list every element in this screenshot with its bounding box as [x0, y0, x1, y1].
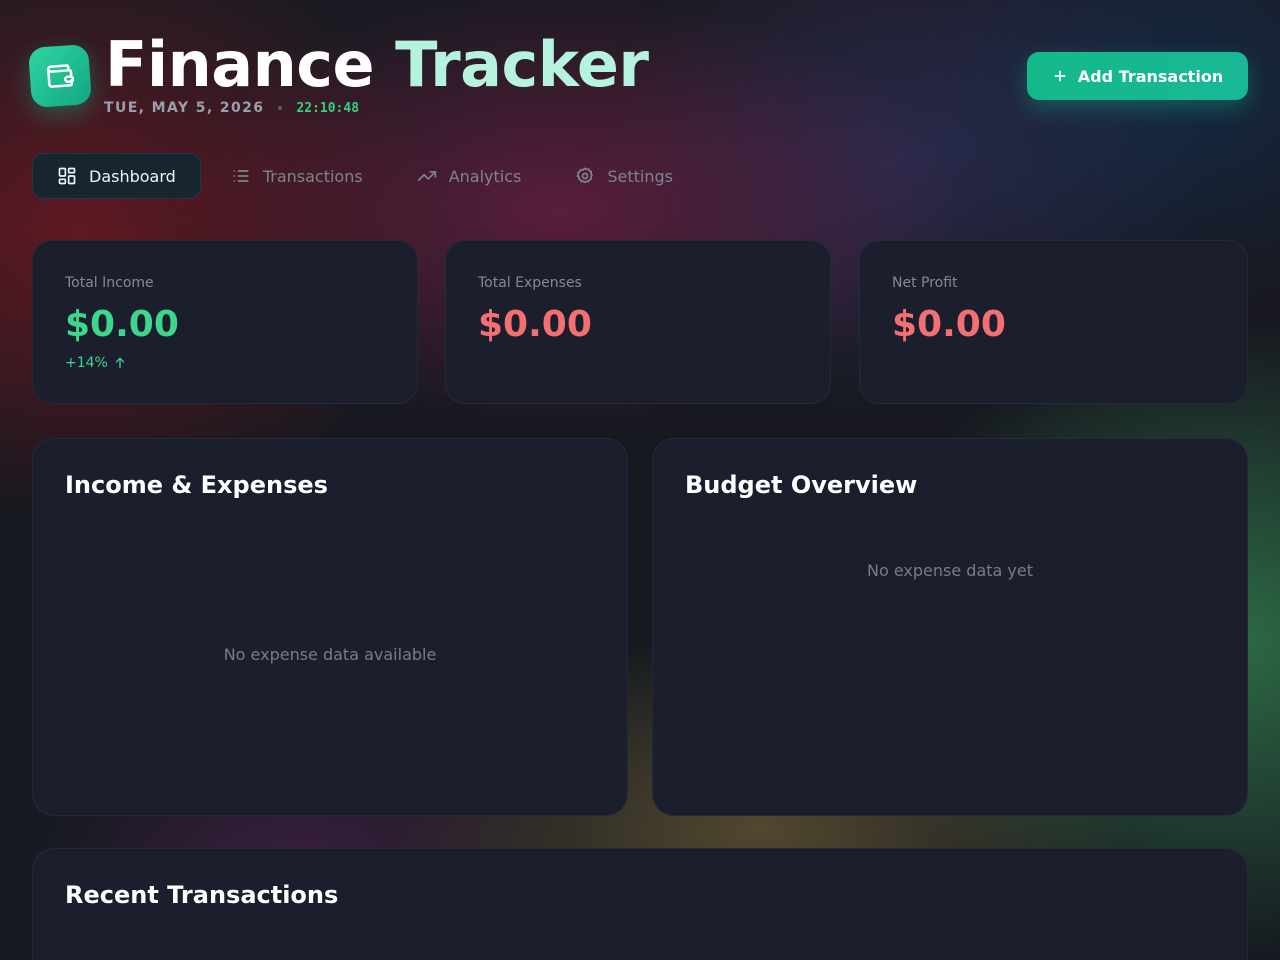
- tab-analytics[interactable]: Analytics: [393, 153, 546, 199]
- app-header: Finance Tracker TUE, MAY 5, 2026 22:10:4…: [27, 28, 1248, 130]
- budget-overview-title: Budget Overview: [685, 471, 918, 499]
- arrow-up-icon: [115, 357, 125, 369]
- date-time-line: TUE, MAY 5, 2026 22:10:48: [104, 100, 359, 116]
- add-transaction-label: Add Transaction: [1077, 66, 1224, 86]
- net-profit-card: Net Profit $0.00: [859, 240, 1248, 404]
- income-change-value: +14%: [65, 355, 108, 371]
- tab-dashboard[interactable]: Dashboard: [32, 153, 201, 199]
- total-expenses-card: Total Expenses $0.00: [445, 240, 831, 404]
- tab-label: Dashboard: [89, 166, 176, 186]
- recent-transactions-title: Recent Transactions: [65, 881, 339, 909]
- title-word-finance: Finance: [105, 28, 375, 101]
- total-income-label: Total Income: [65, 275, 154, 291]
- tab-transactions[interactable]: Transactions: [207, 153, 387, 199]
- tab-label: Analytics: [448, 166, 522, 186]
- list-icon: [233, 170, 249, 182]
- income-change: +14%: [65, 355, 127, 371]
- budget-overview-empty-state: No expense data yet: [867, 561, 1033, 580]
- recent-transactions-panel: Recent Transactions: [32, 848, 1248, 960]
- gear-icon: [576, 167, 594, 184]
- wallet-icon: [47, 64, 75, 88]
- total-income-value: $0.00: [65, 304, 179, 345]
- plus-icon: [1054, 70, 1066, 82]
- budget-overview-panel: Budget Overview No expense data yet: [652, 438, 1248, 816]
- main-nav: Dashboard Transactions Analytics Setting…: [32, 152, 697, 200]
- separator-dot: [278, 106, 283, 110]
- net-profit-label: Net Profit: [892, 275, 958, 291]
- income-expenses-title: Income & Expenses: [65, 471, 328, 499]
- net-profit-value: $0.00: [892, 304, 1006, 345]
- tab-settings[interactable]: Settings: [551, 153, 697, 199]
- app-logo: [27, 43, 93, 109]
- current-time: 22:10:48: [296, 100, 360, 116]
- page-title: Finance Tracker: [105, 28, 649, 102]
- total-income-card: Total Income $0.00 +14%: [32, 240, 418, 404]
- title-word-tracker: Tracker: [395, 28, 649, 101]
- stats-row: Total Income $0.00 +14% Total Expenses $…: [32, 240, 1248, 406]
- grid-icon: [58, 167, 76, 185]
- tab-label: Settings: [607, 166, 673, 186]
- income-expenses-panel: Income & Expenses No expense data availa…: [32, 438, 628, 816]
- total-expenses-value: $0.00: [478, 304, 592, 345]
- add-transaction-button[interactable]: Add Transaction: [1027, 52, 1248, 100]
- current-date: TUE, MAY 5, 2026: [104, 100, 265, 116]
- trending-up-icon: [417, 171, 436, 181]
- total-expenses-label: Total Expenses: [478, 275, 582, 291]
- tab-label: Transactions: [262, 166, 363, 186]
- income-expenses-empty-state: No expense data available: [223, 645, 437, 664]
